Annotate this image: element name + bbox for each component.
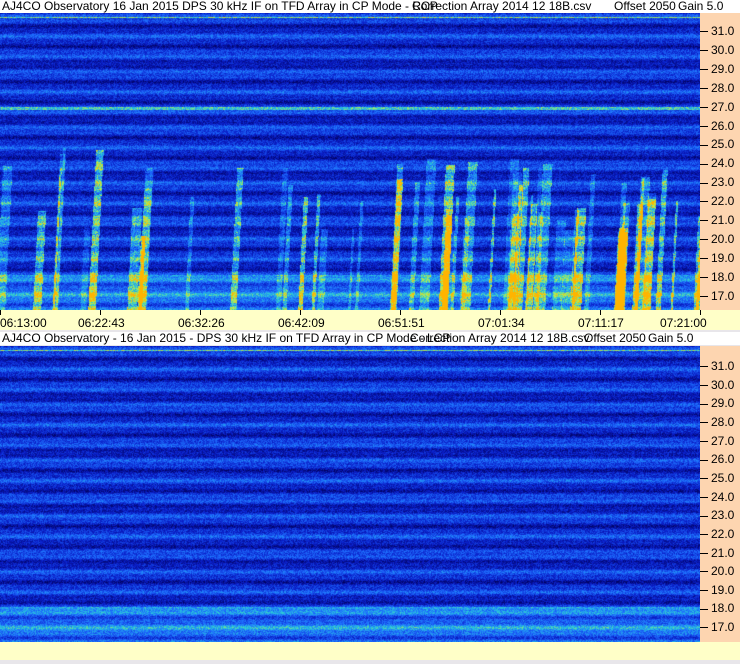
time-tick-label: 06:32:26 (178, 310, 225, 330)
time-tick-label: 06:42:09 (278, 310, 325, 330)
y-tick-label: 24.0 (700, 156, 734, 170)
bottom-title-correction: Correction Array 2014 12 18B.csv (410, 332, 590, 345)
time-axis: 06:13:00 06:22:43 06:32:26 06:42:09 06:51:51… (0, 310, 740, 330)
y-tick-label: 20.0 (700, 564, 734, 578)
bottom-title-observatory: AJ4CO Observatory - 16 Jan 2015 - DPS 30… (2, 332, 451, 345)
y-tick-label: 19.0 (700, 583, 734, 597)
bottom-title-gain: Gain 5.0 (648, 332, 694, 345)
y-tick-label: 28.0 (700, 415, 734, 429)
bottom-title-offset: Offset 2050 (584, 332, 646, 345)
y-tick-label: 30.0 (700, 378, 734, 392)
y-tick-label: 26.0 (700, 452, 734, 466)
y-tick-label: 27.0 (700, 434, 734, 448)
rcp-frequency-axis: 31.0 30.0 29.0 28.0 27.0 26.0 25.0 24.0 23.0 22.0… (700, 13, 740, 310)
y-tick-label: 25.0 (700, 137, 734, 151)
y-tick-label: 22.0 (700, 194, 734, 208)
y-tick-label: 22.0 (700, 527, 734, 541)
lcp-frequency-axis: 31.0 30.0 29.0 28.0 27.0 26.0 25.0 24.0 23.0 22.0… (700, 346, 740, 642)
top-panel-title: AJ4CO Observatory 16 Jan 2015 DPS 30 kHz… (0, 0, 740, 13)
y-tick-label: 23.0 (700, 508, 734, 522)
bottom-panel-title: AJ4CO Observatory - 16 Jan 2015 - DPS 30… (0, 332, 740, 345)
time-tick-label: 06:13:00 (0, 310, 47, 330)
y-tick-label: 18.0 (700, 270, 734, 284)
y-tick-label: 29.0 (700, 62, 734, 76)
y-tick-label: 20.0 (700, 232, 734, 246)
y-tick-label: 17.0 (700, 289, 734, 303)
y-tick-label: 21.0 (700, 213, 734, 227)
top-title-offset: Offset 2050 (614, 0, 676, 13)
time-tick-label: 07:11:17 (578, 310, 624, 330)
y-tick-label: 25.0 (700, 471, 734, 485)
y-tick-label: 31.0 (700, 359, 734, 373)
lcp-spectrogram (0, 346, 700, 642)
bottom-empty-axis (0, 642, 740, 660)
y-tick-label: 23.0 (700, 175, 734, 189)
y-tick-label: 17.0 (700, 620, 734, 634)
y-tick-label: 28.0 (700, 81, 734, 95)
y-tick-label: 31.0 (700, 24, 734, 38)
y-tick-label: 26.0 (700, 119, 734, 133)
y-tick-label: 18.0 (700, 601, 734, 615)
time-tick-label: 06:22:43 (78, 310, 125, 330)
time-tick-label: 07:01:34 (478, 310, 525, 330)
y-tick-label: 21.0 (700, 546, 734, 560)
y-tick-label: 24.0 (700, 490, 734, 504)
rcp-spectrogram (0, 13, 700, 310)
time-tick-label: 06:51:51 (378, 310, 425, 330)
y-tick-label: 30.0 (700, 43, 734, 57)
top-title-observatory: AJ4CO Observatory 16 Jan 2015 DPS 30 kHz… (2, 0, 438, 13)
y-tick-label: 27.0 (700, 100, 734, 114)
time-tick-label: 07:21:00 (660, 310, 707, 330)
y-tick-label: 29.0 (700, 396, 734, 410)
top-title-correction: Correction Array 2014 12 18B.csv (412, 0, 592, 13)
y-tick-label: 19.0 (700, 251, 734, 265)
top-title-gain: Gain 5.0 (678, 0, 724, 13)
